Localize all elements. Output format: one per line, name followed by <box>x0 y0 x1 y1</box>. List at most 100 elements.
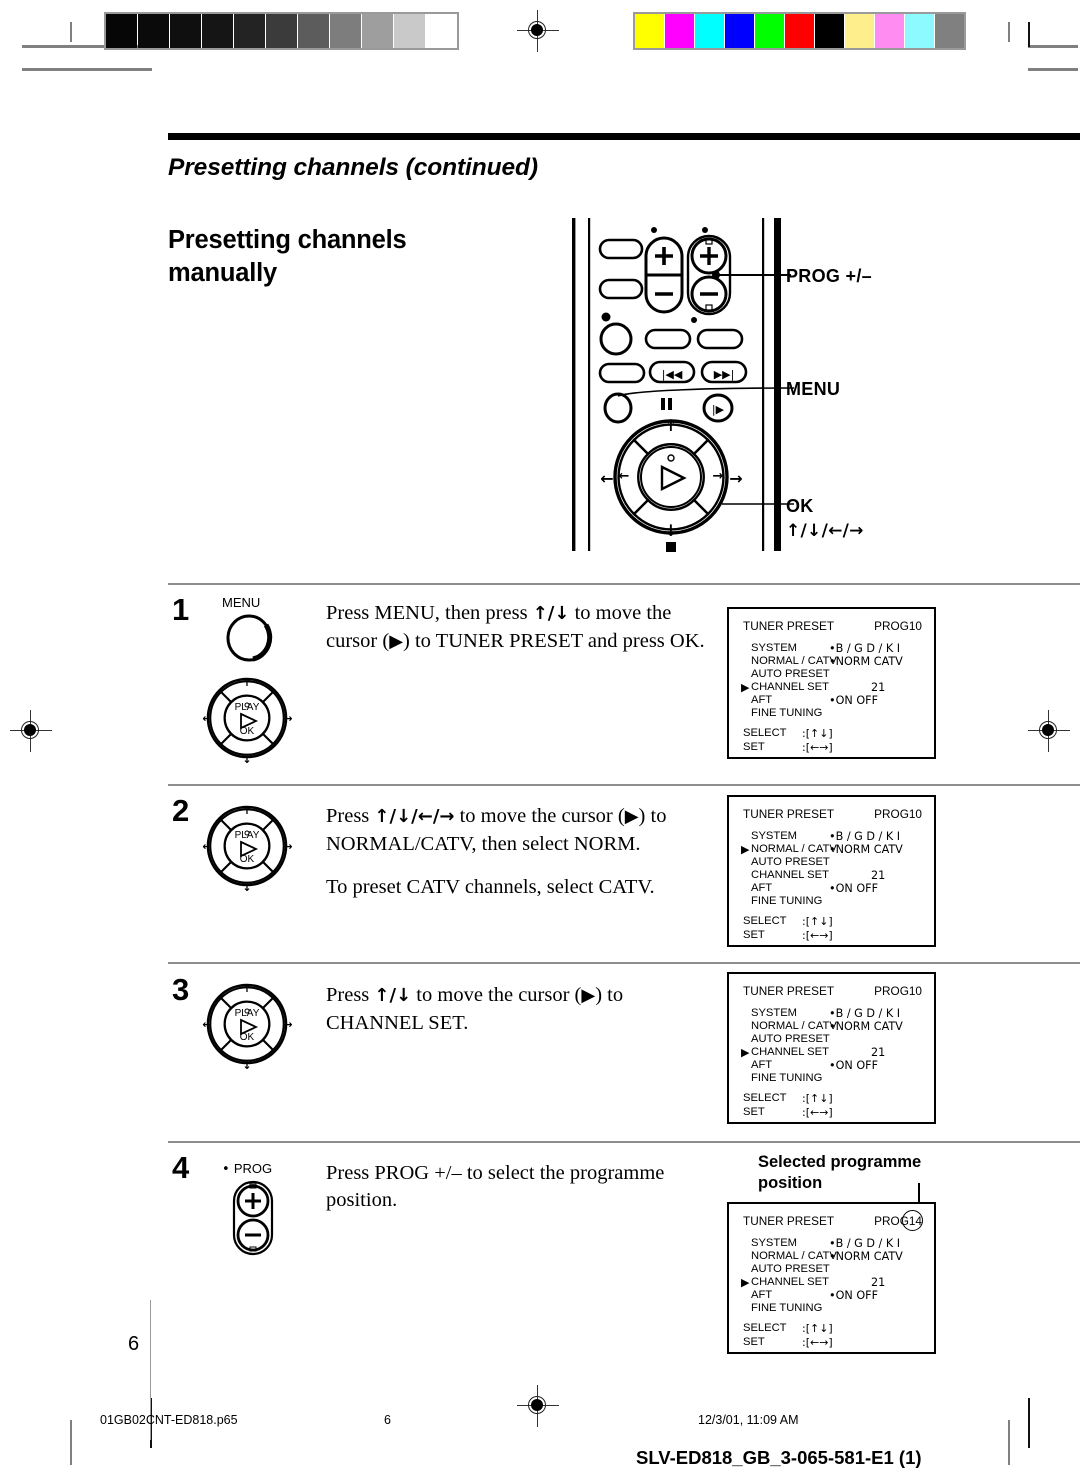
osd-row-value: 21 <box>871 1276 886 1289</box>
color-swatch <box>170 14 201 48</box>
osd-row-value: •NORM CATV <box>829 843 903 856</box>
prog-rocker-icon <box>232 1180 274 1256</box>
osd-row-value: •B / G D / K I <box>829 1237 901 1250</box>
svg-text:↓: ↓ <box>242 1059 251 1070</box>
osd-row-label: AUTO PRESET <box>751 856 830 868</box>
svg-text:→: → <box>713 469 724 484</box>
color-swatch <box>426 14 457 48</box>
osd-row-value: •ON OFF <box>829 694 879 707</box>
color-swatch <box>635 14 664 48</box>
svg-text:OK: OK <box>240 854 255 865</box>
color-swatch <box>755 14 784 48</box>
svg-text:|▶: |▶ <box>712 403 725 416</box>
callout-prog: PROG +/– <box>786 266 872 286</box>
step3-text-b: to move the cursor ( <box>411 984 582 1006</box>
all-arrows-2: ↑/↓/←/→ <box>374 806 455 827</box>
osd-row-label: AFT <box>751 1289 773 1301</box>
svg-text:←: ← <box>202 840 211 853</box>
callout-ok: OK <box>786 496 814 516</box>
chroma-calibration-bar <box>633 12 966 50</box>
svg-text:OK: OK <box>240 1032 255 1043</box>
step2-text-2: To preset CATV channels, select CATV. <box>326 876 655 898</box>
footer-doc-code: SLV-ED818_GB_3-065-581-E1 (1) <box>636 1447 922 1468</box>
osd-title: TUNER PRESET <box>743 984 835 998</box>
step-number-2: 2 <box>172 793 190 828</box>
color-swatch <box>362 14 393 48</box>
right-arrow-2: ▶ <box>624 806 639 827</box>
step-text-3: Press ↑/↓ to move the cursor (▶) to CHAN… <box>326 982 716 1036</box>
step-text-2: Press ↑/↓/←/→ to move the cursor (▶) to … <box>326 803 716 901</box>
right-arrow-1: ▶ <box>389 630 404 652</box>
svg-text:OK: OK <box>240 726 255 737</box>
color-swatch <box>330 14 361 48</box>
osd-cursor-icon: ▶ <box>741 681 750 694</box>
osd-title: TUNER PRESET <box>743 807 835 821</box>
step-text-4: Press PROG +/– to select the programme p… <box>326 1160 706 1213</box>
page-title-line1: Presetting channels <box>168 226 407 254</box>
svg-text:↓: ↓ <box>664 521 677 540</box>
osd-row-label: AUTO PRESET <box>751 668 830 680</box>
callout-menu: MENU <box>786 379 841 399</box>
osd-row-value: •B / G D / K I <box>829 1007 901 1020</box>
osd-row-label: SYSTEM <box>751 642 798 654</box>
step3-text-a: Press <box>326 984 375 1006</box>
osd-select-label: SELECT <box>743 1322 787 1334</box>
osd-title: TUNER PRESET <box>743 1214 835 1228</box>
color-swatch <box>815 14 844 48</box>
osd-screen-3: TUNER PRESET PROG10 SYSTEM •B / G D / K I NO… <box>727 972 936 1124</box>
osd-row-label: FINE TUNING <box>751 895 823 907</box>
color-swatch <box>725 14 754 48</box>
color-swatch <box>845 14 874 48</box>
osd-row-label: CHANNEL SET <box>751 869 829 881</box>
osd-row-label: NORMAL / CATV <box>751 655 837 667</box>
jog-dial-icon-step3: PLAY OK ↑ ↓ ← → <box>202 982 292 1070</box>
osd-title: TUNER PRESET <box>743 619 835 633</box>
osd-row-label: NORMAL / CATV <box>751 1250 837 1262</box>
svg-text:↑: ↑ <box>242 676 251 689</box>
footer-filename: 01GB02CNT-ED818.p65 <box>100 1413 238 1427</box>
osd-row-label: FINE TUNING <box>751 707 823 719</box>
color-swatch <box>905 14 934 48</box>
osd-row-label: FINE TUNING <box>751 1302 823 1314</box>
jog-dial-icon-step1: PLAY OK ↑ ↓ ← → <box>202 676 292 764</box>
osd-row-value: •NORM CATV <box>829 655 903 668</box>
osd-screen-4: TUNER PRESET PROG14 SYSTEM •B / G D / K I NO… <box>727 1202 936 1354</box>
svg-text:←: ← <box>619 469 630 484</box>
osd-row-label: SYSTEM <box>751 830 798 842</box>
osd-row-label: NORMAL / CATV <box>751 1020 837 1032</box>
osd-row-value: 21 <box>871 869 886 882</box>
page-title-line2: manually <box>168 259 277 287</box>
color-swatch <box>935 14 964 48</box>
osd-select-keys: :[↑↓] <box>802 1092 833 1105</box>
crop-mark-tr-h2 <box>1028 68 1078 71</box>
osd-cursor-icon: ▶ <box>741 843 750 856</box>
osd-row-label: CHANNEL SET <box>751 1046 829 1058</box>
jog-dial-icon-step2: PLAY OK ↑ ↓ ← → <box>202 804 292 892</box>
svg-text:PLAY: PLAY <box>235 830 260 841</box>
step1-text-c: ) to TUNER PRESET and press OK. <box>403 629 705 652</box>
registration-mark-left <box>10 710 52 752</box>
callout-ok-arrows: ↑/↓/←/→ <box>786 521 864 541</box>
crop-mark-tr-v <box>1028 22 1031 47</box>
step-text-1: Press MENU, then press ↑/↓ to move the c… <box>326 600 706 655</box>
osd-row-label: SYSTEM <box>751 1237 798 1249</box>
grayscale-calibration-bar <box>104 12 459 50</box>
osd-row-label: CHANNEL SET <box>751 1276 829 1288</box>
color-swatch <box>665 14 694 48</box>
step2-text-a: Press <box>326 805 375 827</box>
osd-prog-highlight-circle <box>902 1210 923 1231</box>
svg-text:↑: ↑ <box>242 804 251 817</box>
svg-text:←: ← <box>202 1018 211 1031</box>
osd-select-keys: :[↑↓] <box>802 915 833 928</box>
osd-row-label: AUTO PRESET <box>751 1033 830 1045</box>
osd-row-label: SYSTEM <box>751 1007 798 1019</box>
svg-text:↑: ↑ <box>664 416 677 435</box>
osd-row-value: •B / G D / K I <box>829 642 901 655</box>
svg-text:←: ← <box>202 712 211 725</box>
osd-set-keys: :[←→] <box>802 1106 833 1119</box>
osd-row-label: FINE TUNING <box>751 1072 823 1084</box>
svg-text:PLAY: PLAY <box>235 1008 260 1019</box>
color-swatch <box>785 14 814 48</box>
osd-row-value: •NORM CATV <box>829 1250 903 1263</box>
svg-text:→: → <box>283 840 292 853</box>
